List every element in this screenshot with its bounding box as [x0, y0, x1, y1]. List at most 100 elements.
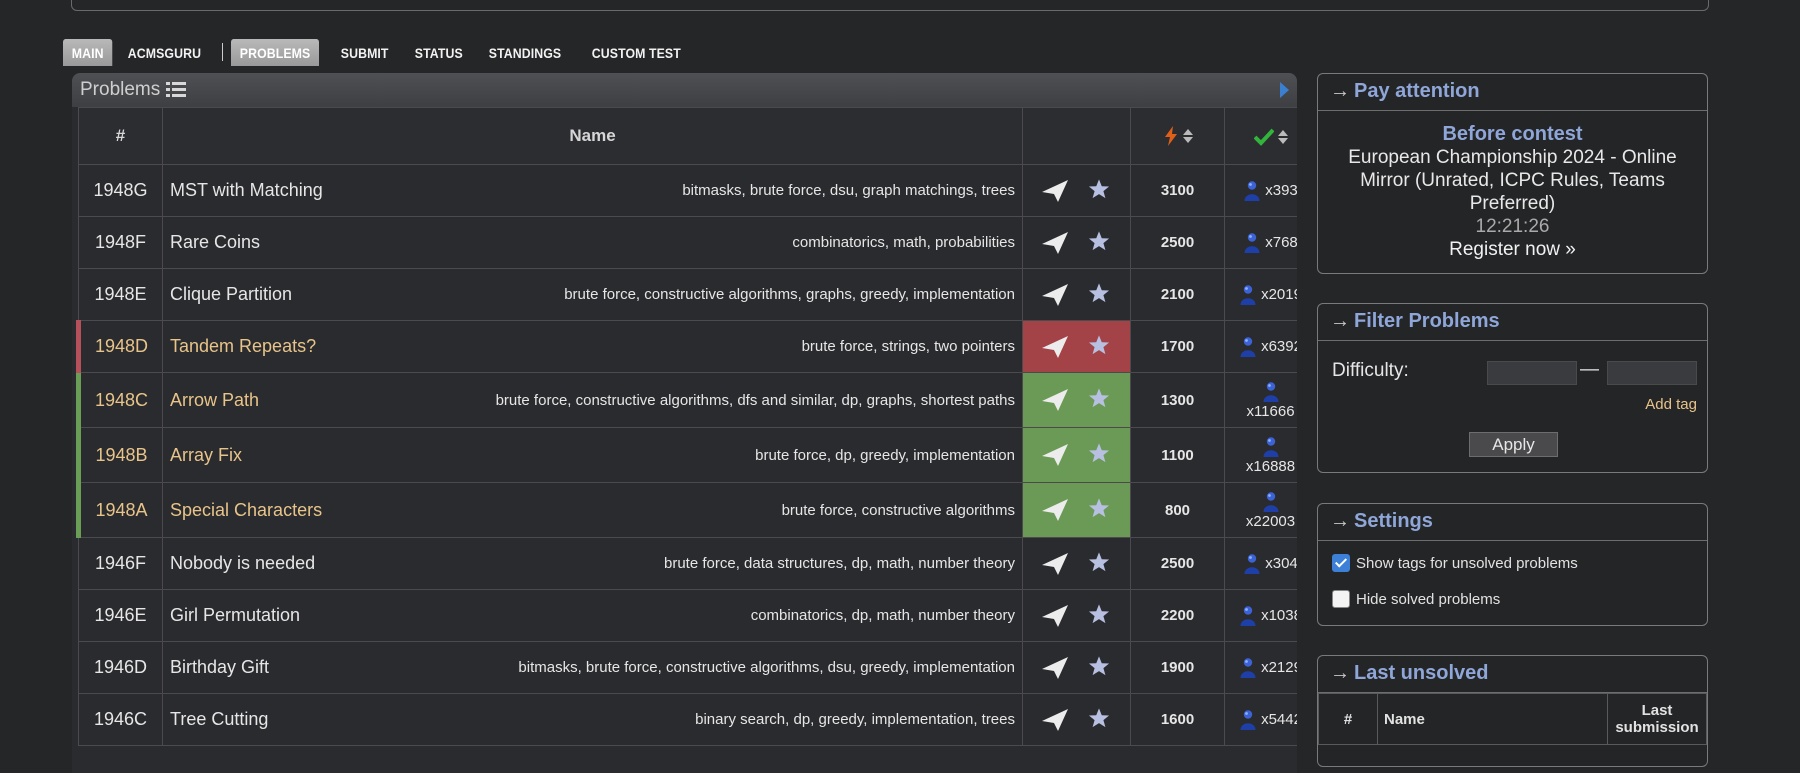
submit-plane-icon[interactable]: [1041, 551, 1069, 577]
favorite-star-icon[interactable]: [1085, 655, 1113, 681]
contest-name[interactable]: European Championship 2024 - Online Mirr…: [1318, 146, 1707, 215]
favorite-star-icon[interactable]: [1085, 282, 1113, 308]
menu-acmsguru[interactable]: ACMSGURU: [119, 39, 210, 66]
hide-solved-setting[interactable]: Hide solved problems: [1332, 590, 1500, 608]
user-icon[interactable]: [1243, 553, 1261, 575]
favorite-star-icon[interactable]: [1085, 551, 1113, 577]
problem-id[interactable]: 1948F: [78, 216, 163, 269]
solved-count-link[interactable]: x5442: [1261, 711, 1297, 728]
solved-count-link[interactable]: x304: [1265, 555, 1297, 572]
solved-count-link[interactable]: x2019: [1261, 286, 1297, 303]
problem-name-link[interactable]: Array Fix: [170, 445, 242, 466]
problem-name-link[interactable]: Clique Partition: [170, 284, 292, 305]
menu-submit[interactable]: SUBMIT: [332, 39, 397, 66]
problem-tags[interactable]: combinatorics, math, probabilities: [792, 234, 1015, 251]
user-icon[interactable]: [1262, 381, 1280, 403]
menu-custom-test[interactable]: CUSTOM TEST: [583, 39, 690, 66]
problem-name-link[interactable]: Special Characters: [170, 500, 322, 521]
problem-id[interactable]: 1948E: [78, 268, 163, 321]
difficulty-min-input[interactable]: [1487, 361, 1577, 385]
problem-tags[interactable]: brute force, constructive algorithms: [782, 502, 1015, 519]
problem-tags[interactable]: binary search, dp, greedy, implementatio…: [695, 711, 1015, 728]
favorite-star-icon[interactable]: [1085, 334, 1113, 360]
problem-id[interactable]: 1946E: [78, 589, 163, 642]
submit-plane-icon[interactable]: [1041, 707, 1069, 733]
problem-name-link[interactable]: Nobody is needed: [170, 553, 315, 574]
sort-icon[interactable]: [1277, 129, 1288, 144]
list-icon[interactable]: [166, 82, 187, 98]
favorite-star-icon[interactable]: [1085, 497, 1113, 523]
menu-problems[interactable]: PROBLEMS: [231, 38, 320, 66]
add-tag-link[interactable]: Add tag: [1645, 396, 1697, 413]
problem-id[interactable]: 1948C: [76, 372, 163, 428]
menu-status[interactable]: STATUS: [406, 39, 472, 66]
solved-count-link[interactable]: x2129: [1261, 659, 1297, 676]
problem-name-link[interactable]: Arrow Path: [170, 390, 259, 411]
submit-plane-icon[interactable]: [1041, 178, 1069, 204]
problem-name-link[interactable]: Tree Cutting: [170, 709, 268, 730]
problem-tags[interactable]: brute force, data structures, dp, math, …: [664, 555, 1015, 572]
user-icon[interactable]: [1239, 605, 1257, 627]
problem-id[interactable]: 1948B: [76, 427, 163, 483]
register-link[interactable]: Register now »: [1318, 238, 1707, 261]
show-tags-checkbox[interactable]: [1332, 554, 1350, 572]
solved-count-link[interactable]: x768: [1265, 234, 1297, 251]
menu-main[interactable]: MAIN: [63, 38, 113, 66]
submit-plane-icon[interactable]: [1041, 334, 1069, 360]
problem-tags[interactable]: bitmasks, brute force, dsu, graph matchi…: [682, 182, 1015, 199]
problem-tags[interactable]: brute force, constructive algorithms, gr…: [564, 286, 1015, 303]
hide-solved-checkbox[interactable]: [1332, 590, 1350, 608]
problem-name-link[interactable]: MST with Matching: [170, 180, 323, 201]
user-icon[interactable]: [1262, 491, 1280, 513]
problem-tags[interactable]: bitmasks, brute force, constructive algo…: [518, 659, 1015, 676]
favorite-star-icon[interactable]: [1085, 603, 1113, 629]
solved-count-link[interactable]: x6392: [1261, 338, 1297, 355]
col-difficulty-header[interactable]: [1130, 107, 1225, 165]
favorite-star-icon[interactable]: [1085, 178, 1113, 204]
user-icon[interactable]: [1262, 436, 1280, 458]
problem-id[interactable]: 1948A: [76, 482, 163, 538]
submit-plane-icon[interactable]: [1041, 230, 1069, 256]
solved-count-link[interactable]: x1038: [1261, 607, 1297, 624]
submit-plane-icon[interactable]: [1041, 655, 1069, 681]
problem-id[interactable]: 1946D: [78, 641, 163, 694]
submit-plane-icon[interactable]: [1041, 282, 1069, 308]
menu-standings[interactable]: STANDINGS: [480, 39, 570, 66]
favorite-star-icon[interactable]: [1085, 442, 1113, 468]
sort-icon[interactable]: [1182, 129, 1193, 144]
problem-tags[interactable]: combinatorics, dp, math, number theory: [751, 607, 1015, 624]
problem-name-link[interactable]: Birthday Gift: [170, 657, 269, 678]
problem-id[interactable]: 1948G: [78, 164, 163, 217]
user-icon[interactable]: [1239, 657, 1257, 679]
difficulty-max-input[interactable]: [1607, 361, 1697, 385]
col-solved-header[interactable]: [1224, 107, 1297, 165]
solved-count-link[interactable]: x11666: [1246, 403, 1294, 420]
submit-plane-icon[interactable]: [1041, 442, 1069, 468]
problem-id[interactable]: 1948D: [76, 320, 163, 373]
problem-tags[interactable]: brute force, dp, greedy, implementation: [755, 447, 1015, 464]
submit-plane-icon[interactable]: [1041, 387, 1069, 413]
user-icon[interactable]: [1239, 336, 1257, 358]
problem-name-link[interactable]: Rare Coins: [170, 232, 260, 253]
user-icon[interactable]: [1243, 180, 1261, 202]
user-icon[interactable]: [1239, 284, 1257, 306]
submit-plane-icon[interactable]: [1041, 497, 1069, 523]
show-tags-setting[interactable]: Show tags for unsolved problems: [1332, 554, 1578, 572]
expand-arrow-icon[interactable]: [1280, 82, 1289, 98]
solved-count-link[interactable]: x16888: [1246, 458, 1295, 475]
problem-tags[interactable]: brute force, strings, two pointers: [802, 338, 1015, 355]
user-icon[interactable]: [1243, 232, 1261, 254]
problem-id[interactable]: 1946F: [78, 537, 163, 590]
problem-id[interactable]: 1946C: [78, 693, 163, 746]
problem-name-link[interactable]: Tandem Repeats?: [170, 336, 316, 357]
problem-name-link[interactable]: Girl Permutation: [170, 605, 300, 626]
problem-tags[interactable]: brute force, constructive algorithms, df…: [496, 392, 1015, 409]
favorite-star-icon[interactable]: [1085, 707, 1113, 733]
submit-plane-icon[interactable]: [1041, 603, 1069, 629]
favorite-star-icon[interactable]: [1085, 387, 1113, 413]
user-icon[interactable]: [1239, 709, 1257, 731]
apply-button[interactable]: Apply: [1469, 432, 1558, 457]
favorite-star-icon[interactable]: [1085, 230, 1113, 256]
solved-count-link[interactable]: x22003: [1246, 513, 1295, 530]
solved-count-link[interactable]: x393: [1265, 182, 1297, 199]
